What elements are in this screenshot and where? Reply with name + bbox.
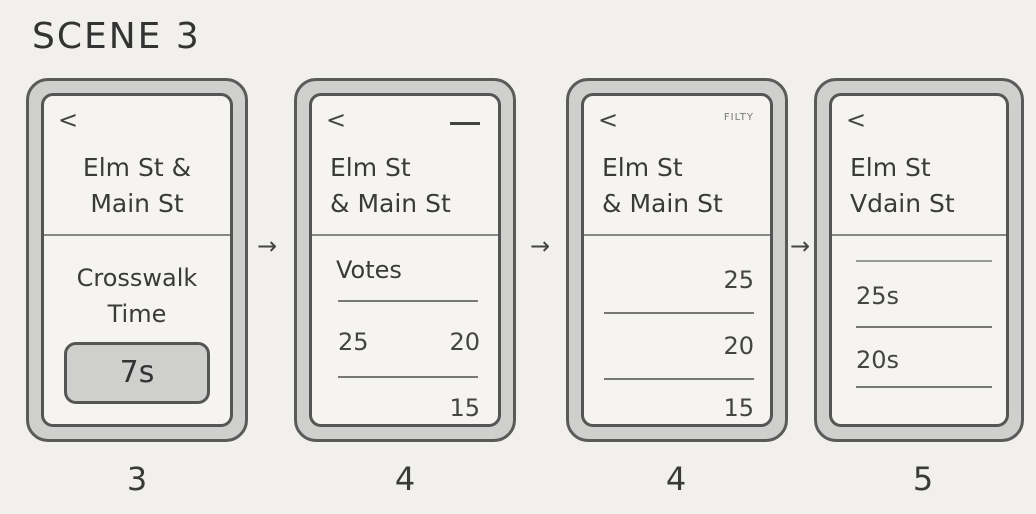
header-divider (312, 234, 498, 236)
intersection-title-line-2: Vdain St (850, 189, 955, 218)
votes-label: Votes (336, 256, 402, 284)
back-button[interactable]: < (846, 106, 866, 134)
intersection-title-line-2: & Main St (330, 189, 451, 218)
intersection-title-line-1: Elm St (850, 153, 931, 182)
vote-value-left: 25 (338, 328, 369, 356)
intersection-title: Elm St Vdain St (850, 150, 994, 222)
crosswalk-time-label: Crosswalk Time (44, 260, 230, 332)
time-value-1: 25s (856, 282, 900, 310)
intersection-title: Elm St & Main St (56, 150, 218, 222)
crosswalk-label-line-1: Crosswalk (76, 264, 198, 292)
intersection-title: Elm St & Main St (330, 150, 486, 222)
row-divider (338, 376, 478, 378)
list-value-3: 15 (723, 394, 754, 422)
phone-frame-4: < Elm St Vdain St 25s 20s (814, 78, 1024, 442)
phone-screen-4: < Elm St Vdain St 25s 20s (829, 93, 1009, 427)
row-divider (856, 326, 992, 328)
phone-screen-2: < Elm St & Main St Votes 25 20 15 (309, 93, 501, 427)
back-button[interactable]: < (598, 106, 618, 134)
header-divider (832, 234, 1006, 236)
intersection-title-line-1: Elm St (330, 153, 411, 182)
back-button[interactable]: < (58, 106, 78, 134)
row-divider (856, 260, 992, 262)
step-label-1: 3 (126, 460, 148, 498)
intersection-title-line-1: Elm St (602, 153, 683, 182)
phone-frame-2: < Elm St & Main St Votes 25 20 15 (294, 78, 516, 442)
back-button[interactable]: < (326, 106, 346, 134)
intersection-title-line-1: Elm St & (82, 153, 192, 182)
row-divider (604, 312, 754, 314)
row-divider (338, 300, 478, 302)
phone-screen-1: < Elm St & Main St Crosswalk Time 7s (41, 93, 233, 427)
crosswalk-time-button[interactable]: 7s (64, 342, 210, 404)
vote-value-bottom: 15 (449, 394, 480, 422)
header-divider (584, 234, 770, 236)
phone-screen-3: < FILTY Elm St & Main St 25 20 15 (581, 93, 773, 427)
flow-arrow-2: → (530, 232, 551, 260)
phone-frame-3: < FILTY Elm St & Main St 25 20 15 (566, 78, 788, 442)
row-divider (604, 378, 754, 380)
flow-arrow-1: → (257, 232, 278, 260)
intersection-title-line-2: Main St (90, 189, 184, 218)
vote-value-right: 20 (449, 328, 480, 356)
filter-button[interactable]: FILTY (724, 112, 754, 123)
list-value-1: 25 (723, 266, 754, 294)
menu-icon[interactable] (450, 122, 480, 125)
step-label-4: 5 (912, 460, 934, 498)
list-value-2: 20 (723, 332, 754, 360)
time-value-2: 20s (856, 346, 900, 374)
step-label-2: 4 (394, 460, 416, 498)
step-label-3: 4 (665, 460, 687, 498)
row-divider (856, 386, 992, 388)
scene-title: SCENE 3 (32, 16, 201, 57)
crosswalk-label-line-2: Time (107, 300, 167, 328)
header-divider (44, 234, 230, 236)
intersection-title: Elm St & Main St (602, 150, 758, 222)
flow-arrow-3: → (790, 232, 811, 260)
intersection-title-line-2: & Main St (602, 189, 723, 218)
phone-frame-1: < Elm St & Main St Crosswalk Time 7s (26, 78, 248, 442)
